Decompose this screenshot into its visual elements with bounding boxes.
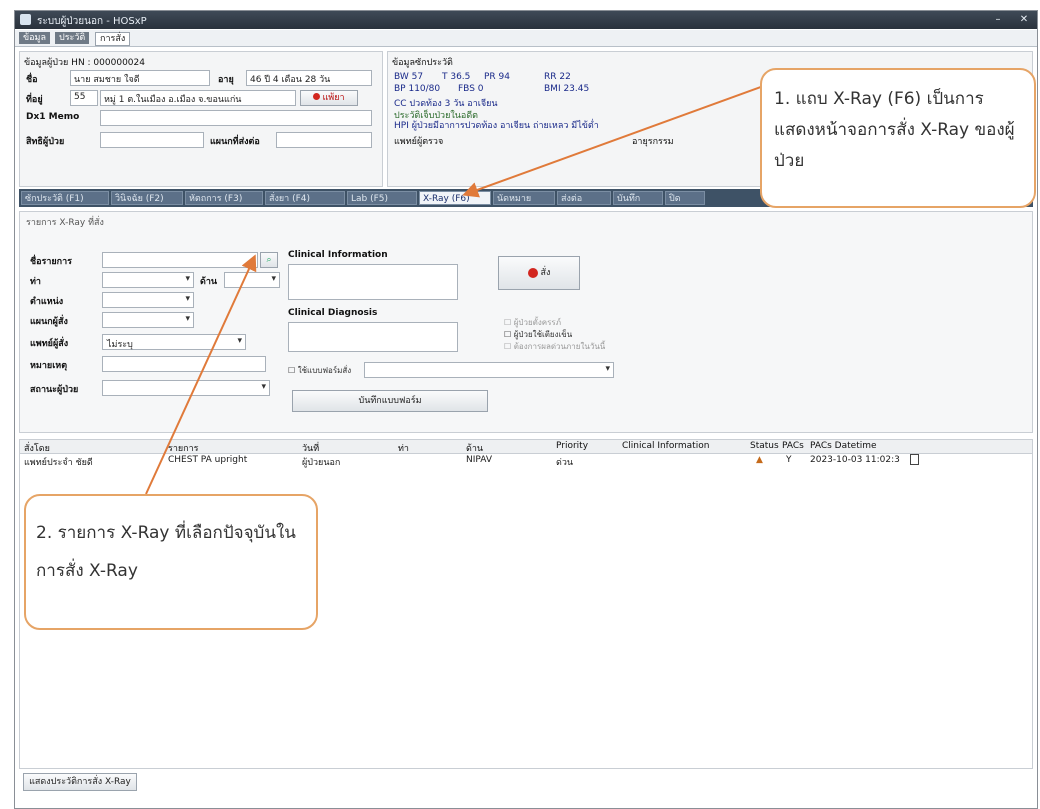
arrow-to-xray-item — [145, 254, 257, 495]
callout-xray-tab: 1. แถบ X-Ray (F6) เป็นการแสดงหน้าจอการสั… — [760, 68, 1036, 208]
callout-xray-tab-text: 1. แถบ X-Ray (F6) เป็นการแสดงหน้าจอการสั… — [774, 89, 1015, 171]
arrow-to-xray-tab — [462, 79, 781, 198]
callout-xray-item: 2. รายการ X-Ray ที่เลือกปัจจุบันในการสั่… — [24, 494, 318, 630]
callout-xray-item-text: 2. รายการ X-Ray ที่เลือกปัจจุบันในการสั่… — [36, 523, 296, 581]
